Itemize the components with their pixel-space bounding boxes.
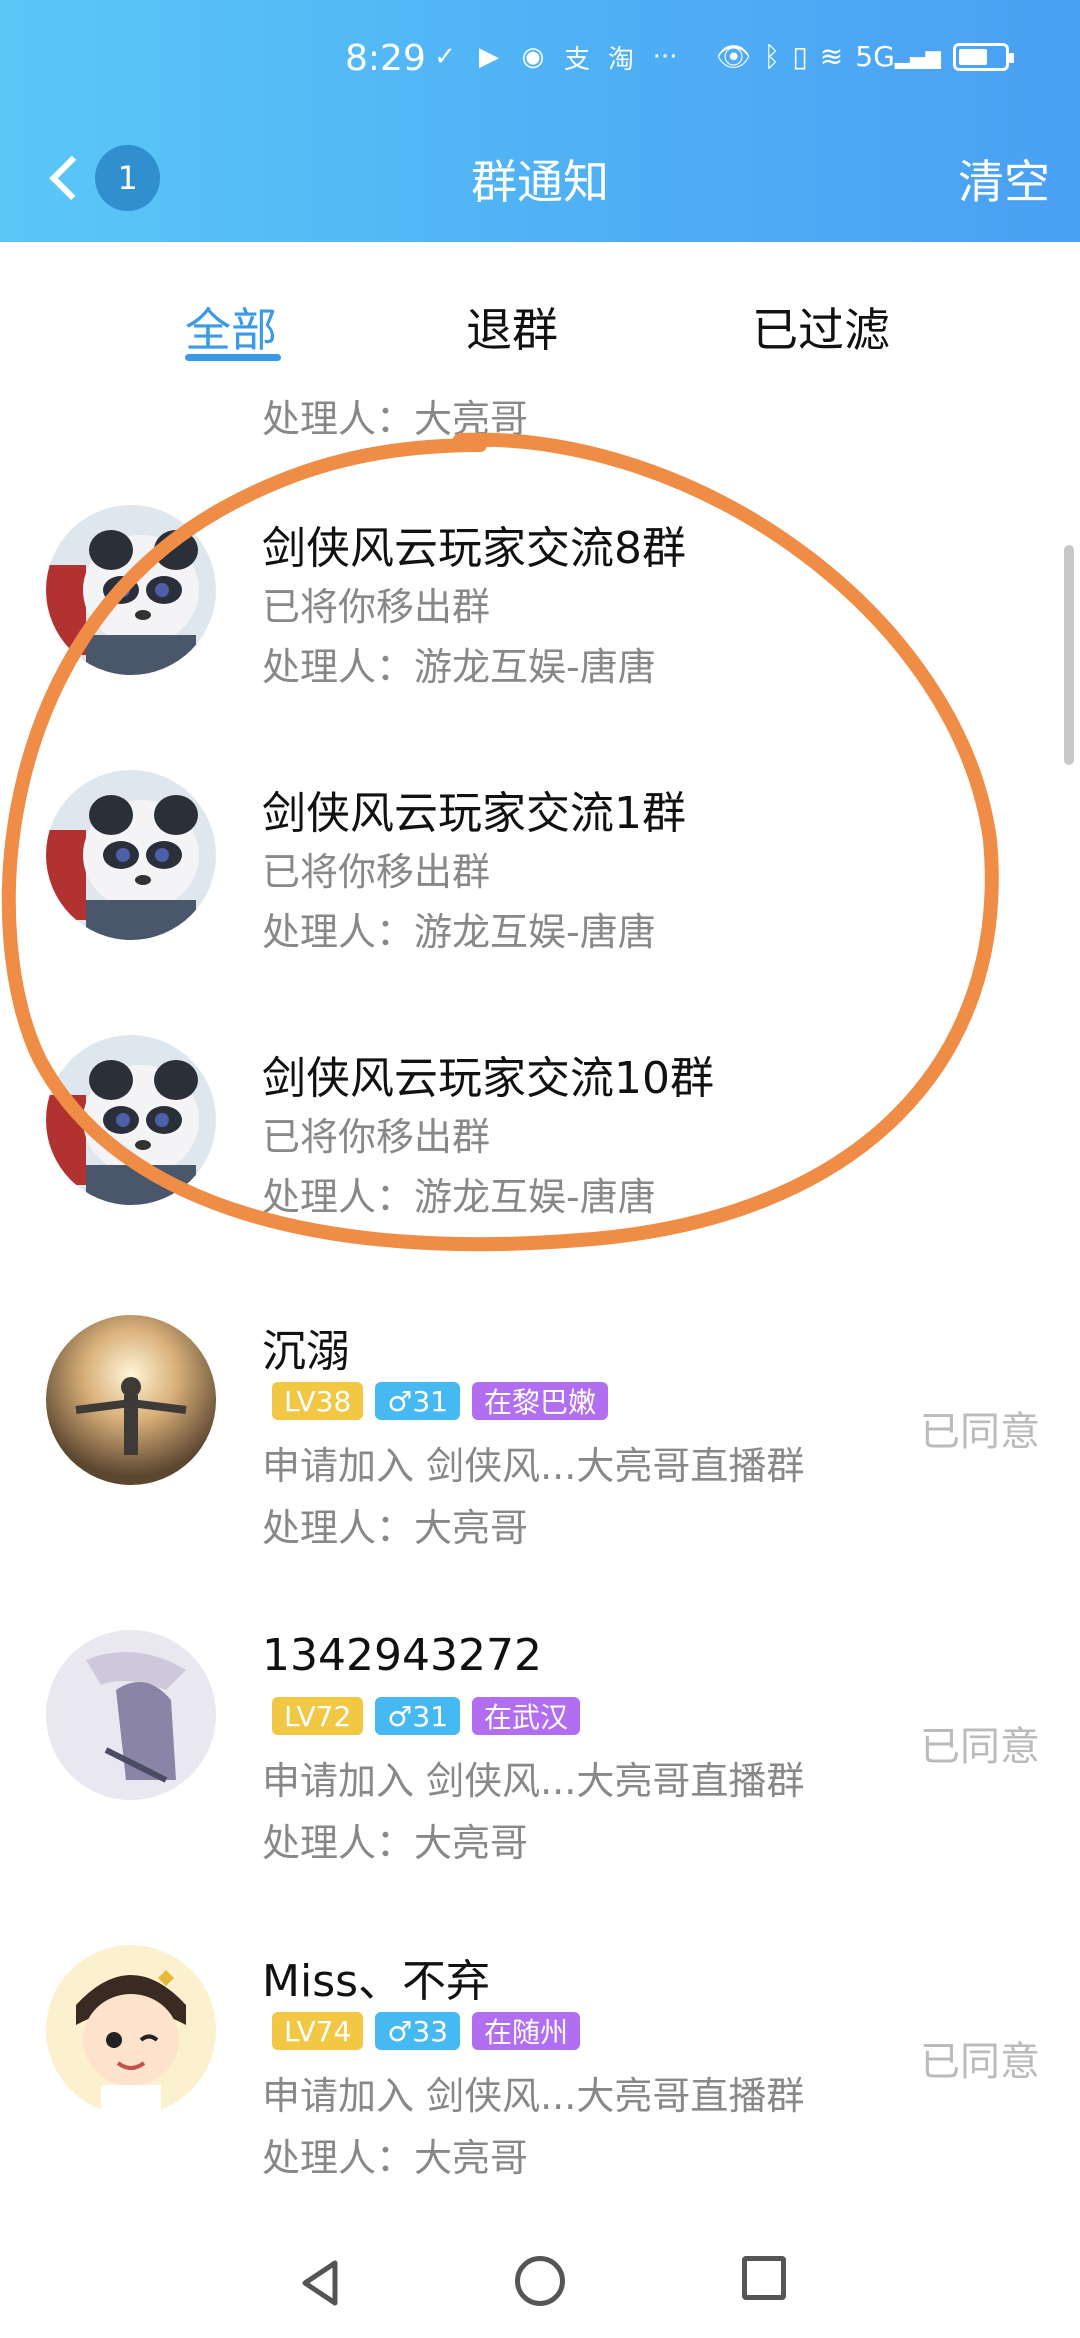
user-name: Miss、不弃 xyxy=(262,1956,491,2007)
notification-icons: ✓ ▶ ◉ 支 淘 ··· xyxy=(428,40,682,75)
gender-age-tag: ♂31 xyxy=(375,1697,461,1735)
handler-text: 处理人：游龙互娱-唐唐 xyxy=(262,1175,656,1219)
tab-all[interactable]: 全部 xyxy=(185,294,277,360)
status-time: 8:29 xyxy=(345,38,426,79)
location-tag: 在武汉 xyxy=(472,1697,581,1735)
bluetooth-icon: ᛒ xyxy=(763,40,781,73)
browser-app-icon: ◉ xyxy=(521,42,545,72)
handler-text: 处理人：大亮哥 xyxy=(262,2136,529,2180)
group-avatar xyxy=(46,1035,216,1205)
system-icons: 👁 ᛒ ▯ ≋ 5G ▂▄▆ xyxy=(716,40,1014,73)
page-title: 群通知 xyxy=(471,155,609,209)
nav-back-button[interactable] xyxy=(295,2258,345,2312)
partial-handler-text: 处理人：大亮哥 xyxy=(262,397,529,441)
list-item[interactable]: 剑侠风云玩家交流1群 已将你移出群 处理人：游龙互娱-唐唐 xyxy=(0,770,1080,1050)
signal-icon: 5G ▂▄▆ xyxy=(855,40,941,73)
level-tag: LV72 xyxy=(272,1697,364,1735)
taobao-icon: 淘 xyxy=(607,44,634,75)
level-tag: LV38 xyxy=(272,1382,364,1420)
request-text: 申请加入 剑侠风...大亮哥直播群 xyxy=(262,1759,805,1803)
list-item[interactable]: 剑侠风云玩家交流10群 已将你移出群 处理人：游龙互娱-唐唐 xyxy=(0,1035,1080,1315)
group-name: 剑侠风云玩家交流10群 xyxy=(262,1053,714,1104)
user-avatar xyxy=(46,1945,216,2115)
handler-text: 处理人：游龙互娱-唐唐 xyxy=(262,645,656,689)
location-tag: 在黎巴嫩 xyxy=(472,1382,609,1420)
list-item[interactable]: Miss、不弃 LV74 ♂33 在随州 申请加入 剑侠风...大亮哥直播群 处… xyxy=(0,1945,1080,2190)
more-notifications-icon: ··· xyxy=(652,42,678,72)
tab-bar: 全部 退群 已过滤 xyxy=(0,276,1080,376)
nav-recents-button[interactable] xyxy=(742,2256,786,2300)
request-text: 申请加入 剑侠风...大亮哥直播群 xyxy=(262,1444,805,1488)
app-notification-icon: ✓ xyxy=(434,42,456,72)
request-status: 已同意 xyxy=(920,2039,1040,2085)
scrollbar[interactable] xyxy=(1064,545,1074,765)
video-app-icon: ▶ xyxy=(479,42,499,72)
group-name: 剑侠风云玩家交流8群 xyxy=(262,523,686,574)
system-nav-bar xyxy=(0,2230,1080,2338)
status-bar: 8:29 ✓ ▶ ◉ 支 淘 ··· 👁 ᛒ ▯ ≋ 5G ▂▄▆ xyxy=(0,0,1080,120)
action-text: 已将你移出群 xyxy=(262,850,491,894)
nav-bar: 1 群通知 清空 xyxy=(0,130,1080,230)
action-text: 已将你移出群 xyxy=(262,1115,491,1159)
group-name: 剑侠风云玩家交流1群 xyxy=(262,788,686,839)
header-bar: 8:29 ✓ ▶ ◉ 支 淘 ··· 👁 ᛒ ▯ ≋ 5G ▂▄▆ 1 群通知 清… xyxy=(0,0,1080,242)
active-tab-indicator xyxy=(185,354,281,361)
network-type-label: 5G xyxy=(855,40,895,73)
handler-text: 处理人：大亮哥 xyxy=(262,1821,529,1865)
user-tags: LV72 ♂31 在武汉 xyxy=(272,1697,581,1735)
user-tags: LV38 ♂31 在黎巴嫩 xyxy=(272,1382,609,1420)
level-tag: LV74 xyxy=(272,2012,364,2050)
tab-filtered[interactable]: 已过滤 xyxy=(752,294,890,360)
notification-list[interactable]: 处理人：大亮哥 剑侠风云玩家交流8群 已将你移出群 处理人：游龙互娱-唐唐 剑侠… xyxy=(0,380,1080,2190)
alipay-icon: 支 xyxy=(563,44,590,75)
tab-left-group[interactable]: 退群 xyxy=(466,294,558,360)
request-status: 已同意 xyxy=(920,1409,1040,1455)
nav-home-button[interactable] xyxy=(515,2256,565,2306)
eye-icon: 👁 xyxy=(716,40,752,73)
user-avatar xyxy=(46,1315,216,1485)
gender-age-tag: ♂31 xyxy=(375,1382,461,1420)
user-name: 沉溺 xyxy=(262,1326,350,1377)
vibrate-icon: ▯ xyxy=(792,40,808,73)
user-avatar xyxy=(46,1630,216,1800)
battery-icon xyxy=(952,42,1014,71)
handler-text: 处理人：游龙互娱-唐唐 xyxy=(262,910,656,954)
user-name: 1342943272 xyxy=(262,1630,542,1681)
handler-text: 处理人：大亮哥 xyxy=(262,1506,529,1550)
clear-button[interactable]: 清空 xyxy=(958,146,1050,212)
group-avatar xyxy=(46,505,216,675)
request-text: 申请加入 剑侠风...大亮哥直播群 xyxy=(262,2074,805,2118)
action-text: 已将你移出群 xyxy=(262,585,491,629)
request-status: 已同意 xyxy=(920,1724,1040,1770)
triangle-back-icon xyxy=(302,2260,338,2306)
user-tags: LV74 ♂33 在随州 xyxy=(272,2012,581,2050)
location-tag: 在随州 xyxy=(472,2012,581,2050)
list-item[interactable]: 沉溺 LV38 ♂31 在黎巴嫩 申请加入 剑侠风...大亮哥直播群 处理人：大… xyxy=(0,1315,1080,1580)
list-item[interactable]: 剑侠风云玩家交流8群 已将你移出群 处理人：游龙互娱-唐唐 xyxy=(0,505,1080,785)
list-item[interactable]: 1342943272 LV72 ♂31 在武汉 申请加入 剑侠风...大亮哥直播… xyxy=(0,1630,1080,1895)
wifi-icon: ≋ xyxy=(819,40,844,73)
group-avatar xyxy=(46,770,216,940)
gender-age-tag: ♂33 xyxy=(375,2012,461,2050)
